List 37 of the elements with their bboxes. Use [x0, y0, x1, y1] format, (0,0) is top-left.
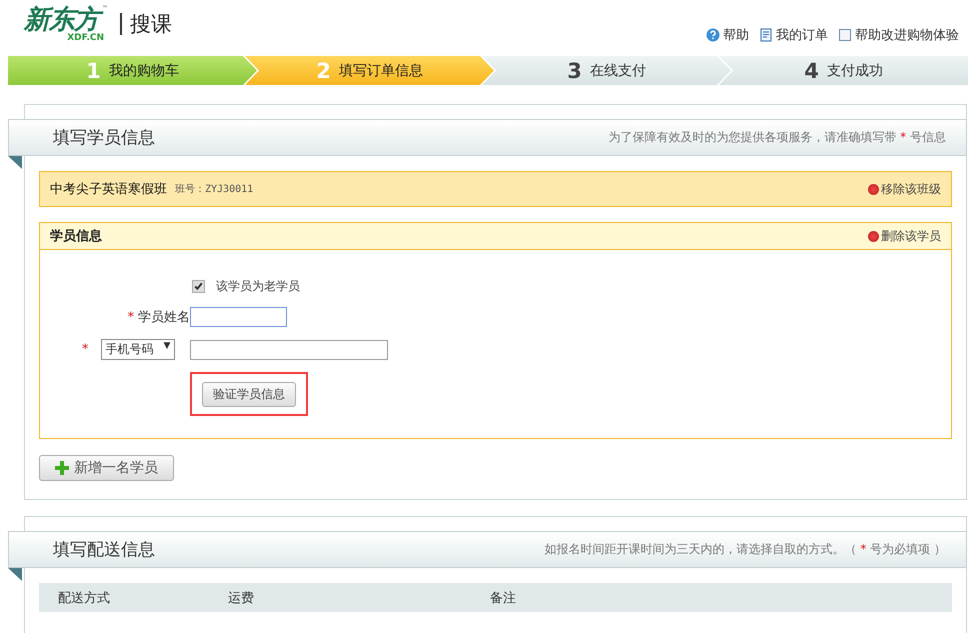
header-link[interactable]: 帮助改进购物体验 [838, 26, 959, 44]
required-mark: * [128, 310, 134, 324]
progress-step: 4 支付成功 [719, 56, 968, 85]
remove-icon [868, 184, 879, 194]
document-icon [759, 28, 773, 42]
contact-type-select[interactable]: 手机号码 ▼ [100, 339, 176, 360]
section-hint: 为了保障有效及时的为您提供各项服务，请准确填写带 * 号信息 [608, 129, 946, 146]
checkbox[interactable] [192, 280, 205, 293]
name-input-field[interactable] [190, 307, 287, 327]
page-icon [838, 28, 852, 42]
progress-step: 1 我的购物车 [8, 56, 257, 85]
verify-button[interactable]: 验证学员信息 [202, 382, 296, 407]
required-mark: * [82, 342, 88, 357]
add-student-button[interactable]: 新增一名学员 [39, 455, 174, 481]
remove-class-link[interactable]: 移除该班级 [868, 180, 941, 198]
column-header: 配送方式 [58, 590, 110, 606]
header-link[interactable]: 帮助 [706, 26, 749, 44]
class-name: 中考尖子英语寒假班 [50, 181, 167, 198]
progress-step: 2 填写订单信息 [245, 56, 494, 85]
class-code: 班号：ZYJ30011 [175, 182, 254, 196]
header-link[interactable]: 我的订单 [759, 26, 828, 44]
progress-step: 3 在线支付 [482, 56, 731, 85]
help-icon [706, 28, 720, 42]
panel-title: 学员信息 [50, 228, 102, 245]
section-title: 填写配送信息 [53, 539, 155, 561]
site-title: 搜课 [120, 13, 172, 35]
plus-icon [54, 460, 70, 476]
checkbox-label: 该学员为老学员 [216, 278, 300, 295]
column-header: 备注 [490, 590, 516, 606]
logo[interactable]: 新东方$^{™}$ XDF.CN [24, 6, 114, 42]
delete-student-link[interactable]: 删除该学员 [868, 228, 941, 244]
phone-input-field[interactable] [190, 340, 388, 360]
field-label: 学员姓名 [138, 309, 190, 326]
section-hint: 如报名时间距开课时间为三天内的，请选择自取的方式。（ * 号为必填项 ） [544, 541, 946, 558]
column-header: 运费 [228, 590, 254, 606]
section-title: 填写学员信息 [53, 127, 155, 149]
remove-icon [868, 230, 879, 242]
